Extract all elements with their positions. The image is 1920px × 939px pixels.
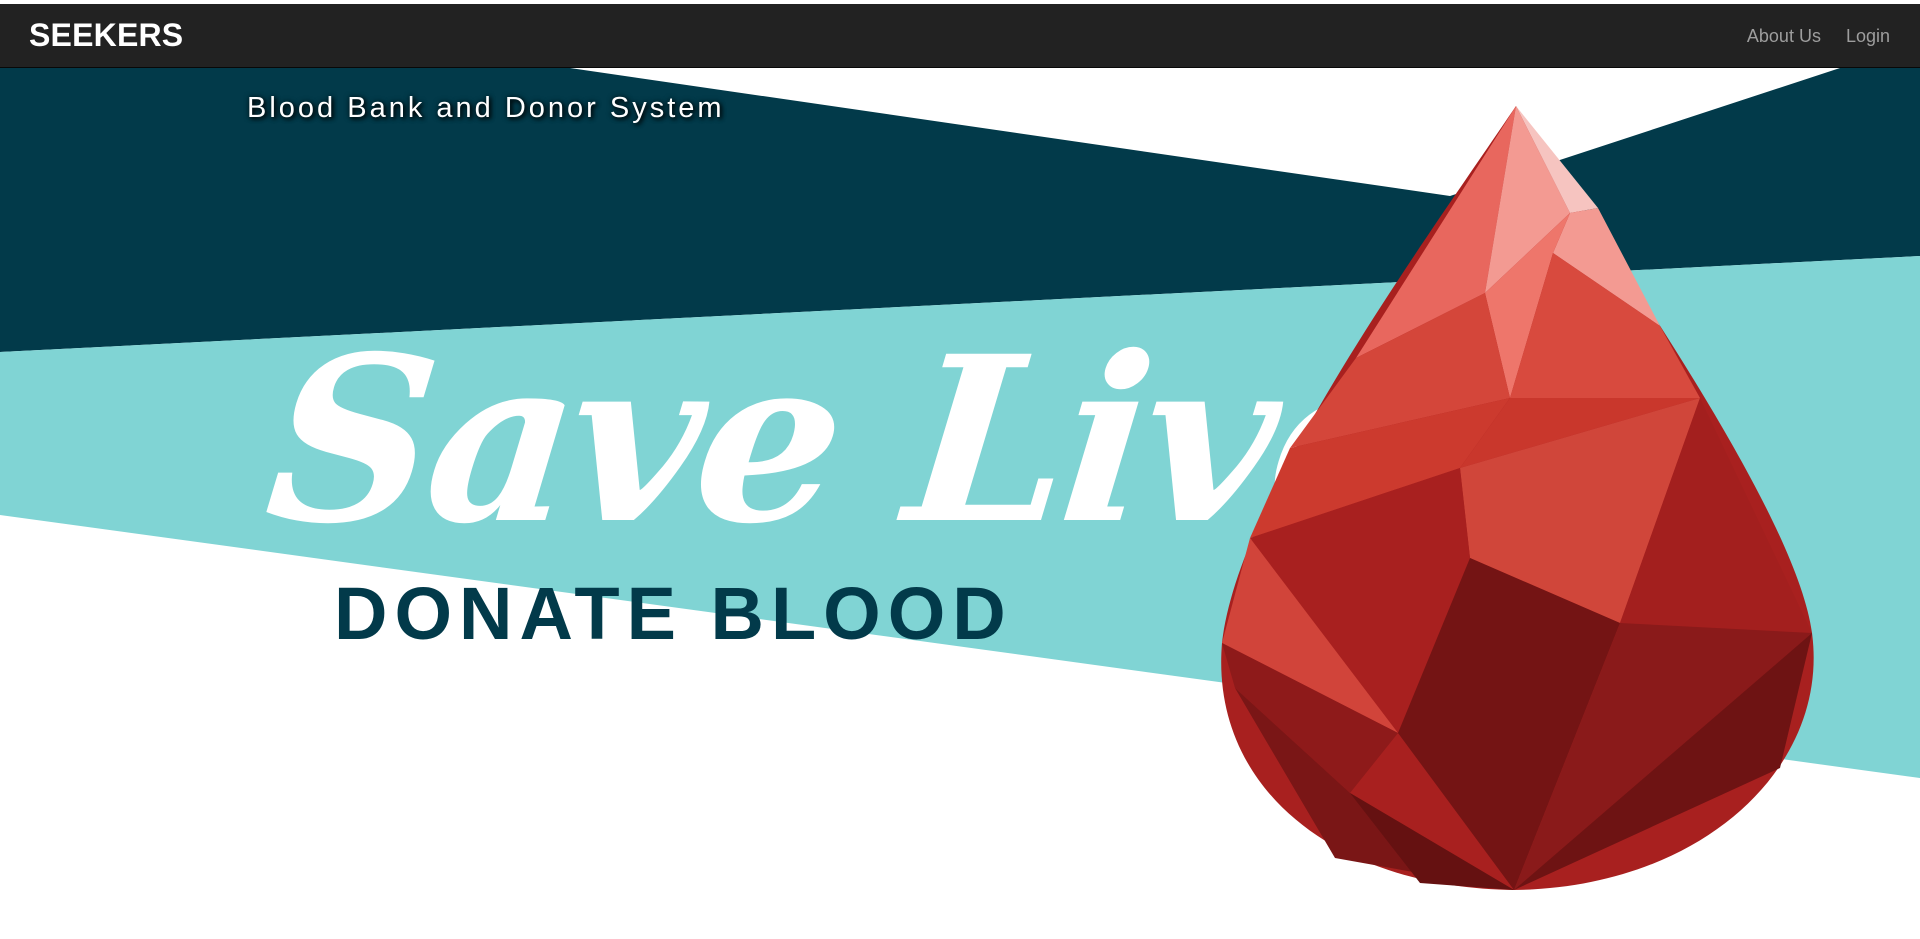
brand-link[interactable]: SEEKERS [29,17,183,54]
nav-link-login[interactable]: Login [1846,26,1890,47]
page-tagline: Blood Bank and Donor System [247,92,725,124]
nav-link-about-us[interactable]: About Us [1747,26,1821,47]
nav-links: About Us Login [1747,4,1890,68]
hero-background: Save Lives DONATE BLOOD [0,68,1920,939]
donate-blood-subheadline: DONATE BLOOD [334,572,1013,655]
hero-banner: Save Lives DONATE BLOOD Blood Bank and D… [0,68,1920,939]
navbar: SEEKERS About Us Login [0,4,1920,68]
